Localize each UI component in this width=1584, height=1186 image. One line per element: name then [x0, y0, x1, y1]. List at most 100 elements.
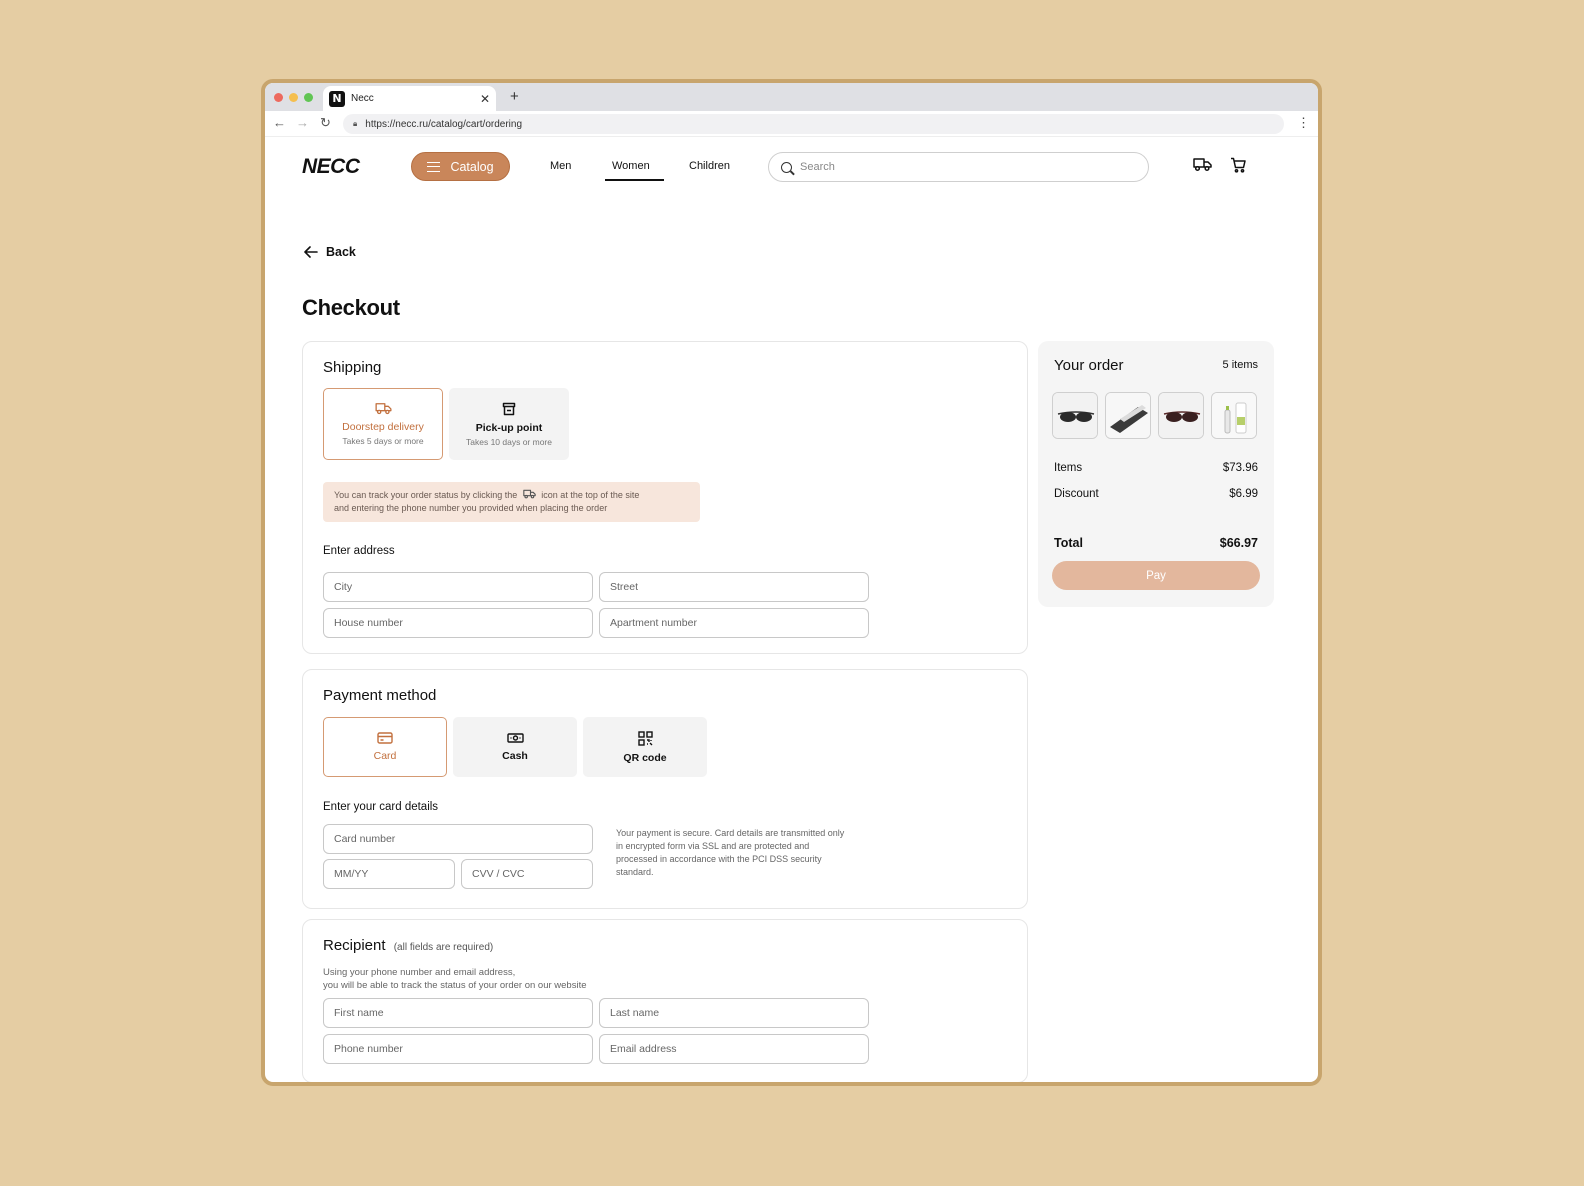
total-value: $66.97: [1219, 536, 1258, 550]
back-arrow-icon[interactable]: ←: [273, 115, 286, 130]
email-address-field[interactable]: [599, 1034, 869, 1064]
house-number-field[interactable]: [323, 608, 593, 638]
house-number-input[interactable]: [324, 609, 592, 637]
delivery-truck-icon[interactable]: [1193, 157, 1212, 177]
forward-arrow-icon[interactable]: →: [296, 115, 309, 130]
street-input[interactable]: [600, 573, 868, 601]
phone-number-field[interactable]: [323, 1034, 593, 1064]
sunglasses-thumb[interactable]: [1052, 392, 1098, 439]
catalog-label: Catalog: [450, 159, 494, 174]
back-label: Back: [326, 245, 356, 259]
catalog-button[interactable]: Catalog: [411, 152, 510, 181]
new-tab-icon[interactable]: +: [510, 88, 519, 105]
checkout-page: NECC Catalog Men Women Children Back Che…: [265, 137, 1318, 1082]
recipient-required-note: (all fields are required): [393, 942, 494, 953]
cleaning-spray-thumb[interactable]: [1211, 392, 1257, 439]
order-item-count: 5 items: [1222, 359, 1258, 371]
minimize-window-button[interactable]: [289, 93, 298, 102]
shipping-section: Shipping Doorstep delivery Takes 5 days …: [302, 341, 1028, 654]
browser-menu-icon[interactable]: ⋮: [1297, 115, 1310, 131]
option-label: Card: [373, 750, 397, 762]
apartment-number-input[interactable]: [600, 609, 868, 637]
recipient-section: Recipient (all fields are required) Usin…: [302, 919, 1028, 1082]
browser-tab[interactable]: N Necc ✕: [323, 86, 496, 111]
browser-window: N Necc ✕ + ← → ↻ 🔒︎ https://necc.ru/cata…: [261, 79, 1322, 1086]
search-bar[interactable]: [768, 152, 1149, 182]
site-logo[interactable]: NECC: [302, 155, 360, 179]
order-summary: Your order 5 items Items $73.96 Discount…: [1038, 341, 1274, 607]
active-nav-underline: [605, 179, 664, 181]
search-input[interactable]: [800, 161, 1130, 173]
expiry-field[interactable]: [323, 859, 455, 889]
card-details-label: Enter your card details: [323, 801, 439, 813]
close-window-button[interactable]: [274, 93, 283, 102]
address-bar: ← → ↻ 🔒︎ https://necc.ru/catalog/cart/or…: [265, 111, 1318, 137]
shipping-title: Shipping: [323, 359, 382, 376]
nav-children[interactable]: Children: [689, 160, 730, 172]
last-name-input[interactable]: [600, 999, 868, 1027]
expiry-input[interactable]: [324, 860, 454, 888]
cvv-input[interactable]: [462, 860, 592, 888]
address-label: Enter address: [323, 545, 395, 557]
city-field[interactable]: [323, 572, 593, 602]
tab-strip: N Necc ✕ +: [265, 83, 1318, 111]
reload-icon[interactable]: ↻: [320, 115, 331, 131]
payment-option-cash[interactable]: Cash: [453, 717, 577, 777]
option-subtitle: Takes 5 days or more: [342, 436, 424, 446]
cvv-field[interactable]: [461, 859, 593, 889]
eyewear-case-icon: [1106, 393, 1150, 438]
payment-section: Payment method Card Cash QR code Enter y…: [302, 669, 1028, 909]
notice-text: and entering the phone number you provid…: [334, 503, 608, 513]
maximize-window-button[interactable]: [304, 93, 313, 102]
arrow-left-icon: [304, 246, 318, 258]
last-name-field[interactable]: [599, 998, 869, 1028]
recipient-title-text: Recipient: [323, 937, 386, 954]
order-title: Your order: [1054, 357, 1124, 374]
sunglasses-thumb[interactable]: [1158, 392, 1204, 439]
cart-icon[interactable]: [1230, 157, 1246, 178]
tab-title: Necc: [351, 93, 374, 104]
sunglasses-icon: [1053, 393, 1097, 438]
order-total-row: Total $66.97: [1054, 536, 1258, 550]
pickup-point-option[interactable]: Pick-up point Takes 10 days or more: [449, 388, 569, 460]
card-number-input[interactable]: [324, 825, 592, 853]
credit-card-icon: [377, 732, 393, 744]
nav-women[interactable]: Women: [612, 160, 650, 172]
menu-icon: [427, 161, 441, 172]
apartment-number-field[interactable]: [599, 608, 869, 638]
doorstep-delivery-option[interactable]: Doorstep delivery Takes 5 days or more: [323, 388, 443, 460]
payment-security-note: Your payment is secure. Card details are…: [616, 828, 845, 877]
delivery-truck-icon: [523, 489, 536, 499]
notice-text: icon at the top of the site: [541, 490, 640, 500]
pay-button[interactable]: Pay: [1052, 561, 1260, 590]
qr-code-icon: [637, 730, 653, 746]
eyewear-case-thumb[interactable]: [1105, 392, 1151, 439]
notice-text: You can track your order status by click…: [334, 490, 518, 500]
option-subtitle: Takes 10 days or more: [466, 436, 552, 447]
street-field[interactable]: [599, 572, 869, 602]
page-title: Checkout: [302, 295, 400, 320]
payment-option-qr[interactable]: QR code: [583, 717, 707, 777]
phone-number-input[interactable]: [324, 1035, 592, 1063]
cash-icon: [506, 733, 524, 743]
lock-icon: 🔒︎: [353, 119, 358, 128]
payment-option-card[interactable]: Card: [323, 717, 447, 777]
back-link[interactable]: Back: [304, 245, 356, 259]
items-label: Items: [1054, 462, 1083, 474]
city-input[interactable]: [324, 573, 592, 601]
nav-men[interactable]: Men: [550, 160, 571, 172]
card-number-field[interactable]: [323, 824, 593, 854]
email-address-input[interactable]: [600, 1035, 868, 1063]
option-label: Cash: [502, 750, 528, 762]
tab-close-icon[interactable]: ✕: [480, 92, 490, 106]
url-field[interactable]: 🔒︎ https://necc.ru/catalog/cart/ordering: [343, 114, 1284, 134]
items-value: $73.96: [1222, 462, 1258, 474]
tracking-notice: You can track your order status by click…: [323, 482, 700, 522]
site-favicon-icon: N: [329, 90, 345, 107]
payment-title: Payment method: [323, 687, 437, 704]
url-text: https://necc.ru/catalog/cart/ordering: [365, 118, 523, 130]
recipient-description-line: you will be able to track the status of …: [323, 980, 587, 991]
first-name-input[interactable]: [324, 999, 592, 1027]
option-label: Pick-up point: [475, 421, 543, 434]
first-name-field[interactable]: [323, 998, 593, 1028]
